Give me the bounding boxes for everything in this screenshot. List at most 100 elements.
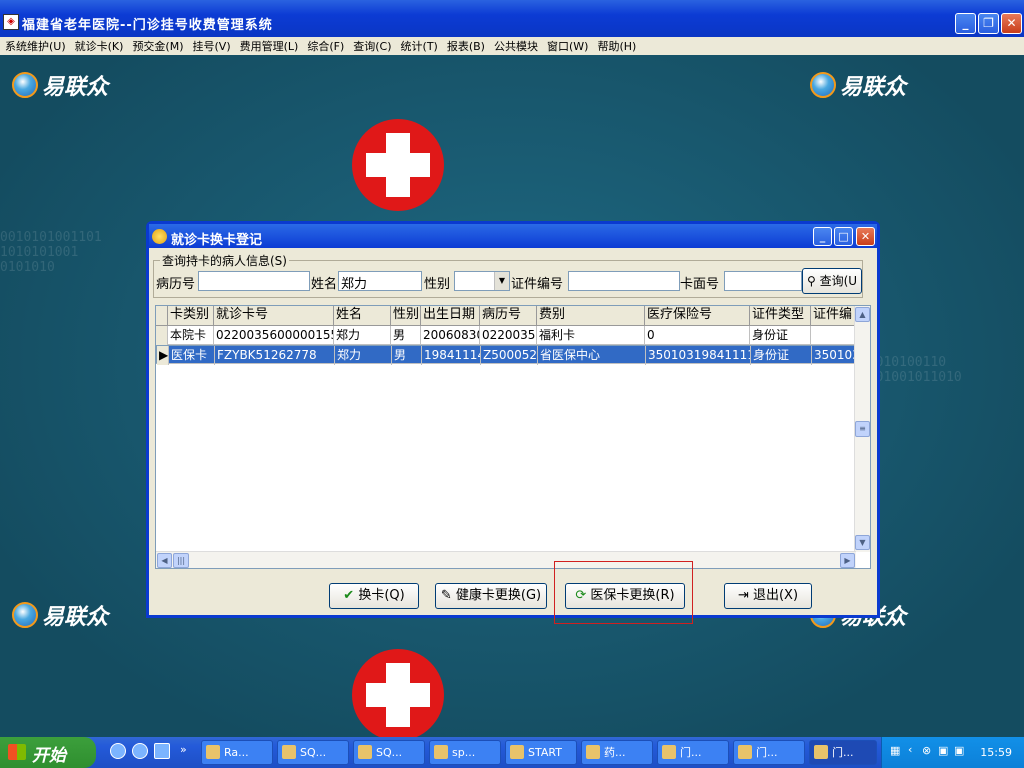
- dialog-maximize-button[interactable]: □: [834, 227, 853, 246]
- taskbar-item[interactable]: 门...: [657, 740, 729, 765]
- table-row-selected[interactable]: ▶ 医保卡 FZYBK51262778 郑力 男 19841114 Z50005…: [156, 345, 858, 365]
- network-icon[interactable]: ▣: [938, 744, 948, 757]
- card-face-label: 卡面号: [680, 277, 720, 292]
- cell-card-no: 0220035600000155: [214, 326, 334, 345]
- menu-stats[interactable]: 统计(T): [396, 37, 442, 54]
- col-header[interactable]: 病历号: [480, 306, 537, 325]
- cell-card-type: 本院卡: [168, 326, 214, 345]
- taskbar-item[interactable]: sp...: [429, 740, 501, 765]
- brand-logo: 易联众: [12, 69, 108, 101]
- col-header[interactable]: 医疗保险号: [645, 306, 750, 325]
- keyboard-icon[interactable]: ▦: [890, 744, 900, 757]
- menu-register[interactable]: 挂号(V): [188, 37, 235, 54]
- cell-id-no: [811, 326, 856, 345]
- start-button[interactable]: 开始: [0, 737, 96, 768]
- cell-name: 郑力: [335, 346, 392, 365]
- exit-door-icon: ⇥: [737, 588, 749, 603]
- ie-icon[interactable]: [110, 743, 126, 759]
- brand-logo: 易联众: [12, 599, 108, 631]
- red-cross-icon: [352, 119, 444, 211]
- health-card-swap-button[interactable]: ✎ 健康卡更换(G): [435, 583, 547, 609]
- cell-insurance-no: 0: [645, 326, 750, 345]
- taskbar-item[interactable]: 门...: [733, 740, 805, 765]
- menu-window[interactable]: 窗口(W): [542, 37, 592, 54]
- network-icon[interactable]: ▣: [954, 744, 964, 757]
- highlight-box: [554, 561, 693, 624]
- taskbar-item-active[interactable]: 门...: [809, 740, 877, 765]
- taskbar-item[interactable]: Ra...: [201, 740, 273, 765]
- cell-gender: 男: [391, 326, 421, 345]
- cell-record-no: 02200356: [480, 326, 537, 345]
- cell-insurance-no: 350103198411114: [646, 346, 751, 365]
- cell-birthdate: 20060830: [421, 326, 480, 345]
- card-grid[interactable]: 卡类别 就诊卡号 姓名 性别 出生日期 病历号 费别 医疗保险号 证件类型 证件…: [155, 305, 871, 569]
- col-header[interactable]: 证件类型: [750, 306, 811, 325]
- menu-deposit[interactable]: 预交金(M): [127, 37, 187, 54]
- id-no-input[interactable]: [568, 271, 680, 291]
- taskbar-item[interactable]: SQ...: [277, 740, 349, 765]
- exit-button[interactable]: ⇥ 退出(X): [724, 583, 812, 609]
- scroll-down-icon[interactable]: ▼: [855, 535, 870, 550]
- system-tray: ▦ ‹ ⊗ ▣ ▣ 15:59: [881, 737, 1024, 768]
- chevron-down-icon[interactable]: ▼: [494, 272, 509, 290]
- menu-help[interactable]: 帮助(H): [592, 37, 640, 54]
- name-input[interactable]: 郑力: [338, 271, 422, 292]
- row-indicator: [156, 326, 168, 345]
- scroll-right-icon[interactable]: ▶: [840, 553, 855, 568]
- scroll-up-icon[interactable]: ▲: [855, 307, 870, 322]
- dialog-minimize-button[interactable]: _: [813, 227, 832, 246]
- app-title: 福建省老年医院--门诊挂号收费管理系统: [22, 18, 273, 33]
- card-face-input[interactable]: [724, 271, 802, 291]
- cell-id-no: 350103: [812, 346, 857, 365]
- record-no-input[interactable]: [198, 271, 310, 291]
- col-header[interactable]: 出生日期: [421, 306, 480, 325]
- network-icon[interactable]: ⊗: [922, 744, 931, 757]
- id-no-label: 证件编号: [511, 277, 564, 292]
- app-icon: ◈: [3, 14, 19, 30]
- menu-fees[interactable]: 费用管理(L): [235, 37, 303, 54]
- close-button[interactable]: ✕: [1001, 13, 1022, 34]
- card-swap-dialog: 就诊卡换卡登记 _ □ ✕ 查询持卡的病人信息(S) 病历号 姓名 郑力 性别 …: [146, 221, 880, 618]
- menu-query[interactable]: 查询(C): [348, 37, 395, 54]
- desktop-icon[interactable]: [154, 743, 170, 759]
- col-header[interactable]: 就诊卡号: [214, 306, 334, 325]
- menu-bar: 系统维护(U) 就诊卡(K) 预交金(M) 挂号(V) 费用管理(L) 综合(F) 查询(C…: [0, 37, 1024, 55]
- table-row[interactable]: 本院卡 0220035600000155 郑力 男 20060830 02200…: [156, 326, 858, 345]
- menu-system[interactable]: 系统维护(U): [0, 37, 70, 54]
- menu-general[interactable]: 综合(F): [302, 37, 348, 54]
- gender-select[interactable]: ▼: [454, 271, 510, 291]
- menu-public[interactable]: 公共模块: [489, 37, 542, 54]
- query-button[interactable]: ⚲ 查询(U: [802, 268, 862, 294]
- browser-icon[interactable]: [132, 743, 148, 759]
- record-no-label: 病历号: [156, 277, 196, 292]
- grid-header: 卡类别 就诊卡号 姓名 性别 出生日期 病历号 费别 医疗保险号 证件类型 证件…: [156, 306, 856, 326]
- col-header[interactable]: 姓名: [334, 306, 391, 325]
- dialog-icon: [152, 229, 167, 244]
- brand-logo: 易联众: [810, 69, 906, 101]
- row-indicator: ▶: [157, 346, 169, 365]
- menu-card[interactable]: 就诊卡(K): [70, 37, 128, 54]
- scroll-thumb[interactable]: |||: [173, 553, 189, 568]
- horizontal-scrollbar[interactable]: ◀ ||| ▶: [156, 551, 856, 568]
- col-header[interactable]: 证件编: [811, 306, 856, 325]
- menu-reports[interactable]: 报表(B): [442, 37, 489, 54]
- check-icon: ✔: [343, 588, 355, 603]
- taskbar-item[interactable]: START: [505, 740, 577, 765]
- vertical-scrollbar[interactable]: ▲ ≡ ▼: [854, 306, 870, 552]
- more-icon[interactable]: »: [180, 743, 187, 756]
- cell-id-type: 身份证: [751, 346, 812, 365]
- col-header[interactable]: 费别: [537, 306, 645, 325]
- minimize-button[interactable]: _: [955, 13, 976, 34]
- taskbar-item[interactable]: SQ...: [353, 740, 425, 765]
- dialog-close-button[interactable]: ✕: [856, 227, 875, 246]
- red-cross-icon: [352, 649, 444, 737]
- taskbar-item[interactable]: 药...: [581, 740, 653, 765]
- scroll-thumb[interactable]: ≡: [855, 421, 870, 437]
- swap-card-button[interactable]: ✔ 换卡(Q): [329, 583, 419, 609]
- restore-button[interactable]: ❐: [978, 13, 999, 34]
- row-indicator-header: [156, 306, 168, 325]
- chevron-left-icon[interactable]: ‹: [908, 743, 912, 756]
- scroll-left-icon[interactable]: ◀: [157, 553, 172, 568]
- col-header[interactable]: 卡类别: [168, 306, 214, 325]
- col-header[interactable]: 性别: [391, 306, 421, 325]
